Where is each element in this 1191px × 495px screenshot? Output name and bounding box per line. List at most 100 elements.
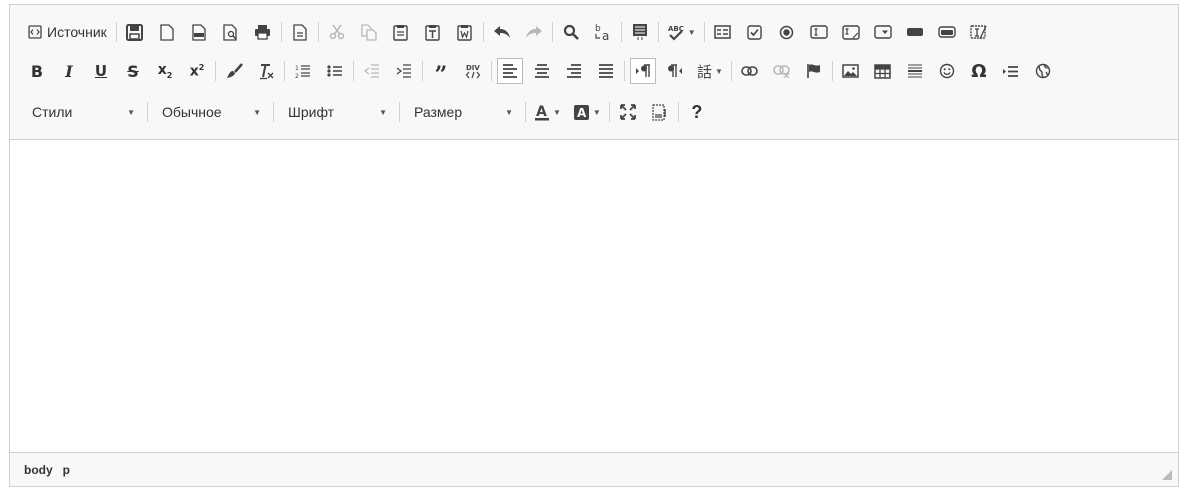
text-direction-rtl-button[interactable] — [662, 58, 688, 84]
toolbar-separator — [317, 22, 319, 42]
language-icon: 話 — [697, 62, 713, 81]
preview-button[interactable] — [218, 19, 244, 45]
copy-button[interactable] — [356, 19, 382, 45]
superscript-button[interactable]: x2 — [184, 58, 210, 84]
toolbar-separator — [399, 102, 400, 122]
bold-button[interactable]: B — [24, 58, 50, 84]
background-color-button[interactable]: A ▼ — [570, 99, 604, 125]
bold-icon: B — [30, 61, 44, 81]
new-page-button[interactable] — [154, 19, 180, 45]
textarea-button[interactable] — [838, 19, 864, 45]
italic-icon: I — [65, 61, 73, 81]
text-field-icon — [810, 25, 828, 39]
pdf-icon — [191, 23, 207, 41]
cut-button[interactable] — [324, 19, 350, 45]
find-button[interactable] — [558, 19, 584, 45]
show-blocks-icon — [652, 103, 668, 121]
table-button[interactable] — [870, 58, 896, 84]
toolbar-separator — [353, 61, 354, 81]
copy-formatting-button[interactable] — [221, 58, 247, 84]
form-button-button[interactable] — [902, 19, 928, 45]
blockquote-button[interactable]: ” — [428, 58, 454, 86]
background-color-icon: A — [573, 104, 590, 121]
font-dropdown[interactable]: Шрифт ▼ — [279, 99, 395, 125]
redo-button[interactable] — [521, 19, 547, 45]
justify-button[interactable] — [593, 58, 619, 84]
language-button[interactable]: 話 ▼ — [694, 58, 726, 84]
image-button[interactable] — [838, 58, 864, 84]
maximize-button[interactable] — [615, 99, 641, 125]
text-direction-ltr-button[interactable] — [630, 58, 656, 84]
resize-handle-icon[interactable] — [1162, 470, 1172, 480]
globe-icon — [1035, 63, 1051, 79]
align-left-button[interactable] — [497, 58, 523, 84]
bulleted-list-button[interactable] — [322, 58, 348, 84]
indent-button[interactable] — [391, 58, 417, 84]
show-blocks-button[interactable] — [647, 99, 673, 125]
numbered-list-button[interactable]: 12 — [290, 58, 316, 84]
strikethrough-button[interactable]: S — [120, 58, 146, 84]
editor-content-area[interactable] — [10, 140, 1178, 452]
align-right-button[interactable] — [561, 58, 587, 84]
select-all-icon — [632, 23, 648, 41]
create-div-button[interactable]: DIV — [460, 58, 486, 84]
link-icon — [741, 66, 759, 76]
spellcheck-icon: ABC — [667, 24, 685, 41]
radio-button[interactable] — [774, 19, 800, 45]
spellcheck-button[interactable]: ABC ▼ — [664, 19, 699, 45]
source-label: Источник — [47, 24, 107, 40]
outdent-button[interactable] — [359, 58, 385, 84]
styles-dropdown[interactable]: Стили ▼ — [22, 99, 143, 125]
chevron-down-icon: ▼ — [592, 107, 601, 117]
undo-button[interactable] — [489, 19, 515, 45]
text-color-button[interactable]: A ▼ — [531, 99, 564, 125]
hidden-field-button[interactable] — [966, 19, 992, 45]
horizontal-line-button[interactable] — [902, 58, 928, 84]
size-dropdown[interactable]: Размер ▼ — [405, 99, 521, 125]
checkbox-button[interactable] — [742, 19, 768, 45]
smiley-icon — [939, 63, 955, 79]
subscript-button[interactable]: x2 — [152, 58, 178, 84]
styles-dropdown-label: Стили — [32, 104, 73, 120]
svg-text:a: a — [602, 29, 609, 41]
outdent-icon — [364, 63, 380, 79]
link-button[interactable] — [737, 58, 763, 84]
toolbar-separator — [280, 22, 282, 42]
form-button[interactable] — [710, 19, 736, 45]
underline-button[interactable]: U — [88, 58, 114, 84]
unlink-icon — [773, 64, 791, 78]
format-dropdown[interactable]: Обычное ▼ — [153, 99, 269, 125]
text-field-button[interactable] — [806, 19, 832, 45]
remove-format-button[interactable] — [253, 58, 279, 84]
select-all-button[interactable] — [627, 19, 653, 45]
special-char-button[interactable]: Ω — [966, 58, 992, 84]
replace-button[interactable]: ba — [590, 19, 616, 45]
export-pdf-button[interactable] — [186, 19, 212, 45]
align-center-button[interactable] — [529, 58, 555, 84]
smiley-button[interactable] — [934, 58, 960, 84]
save-button[interactable] — [122, 19, 148, 45]
page-break-button[interactable] — [998, 58, 1024, 84]
div-icon: DIV — [465, 62, 481, 80]
print-button[interactable] — [250, 19, 276, 45]
checkbox-icon — [747, 24, 762, 40]
image-button-button[interactable] — [934, 19, 960, 45]
path-item-p[interactable]: p — [63, 463, 70, 477]
select-field-button[interactable] — [870, 19, 896, 45]
anchor-button[interactable] — [801, 58, 827, 84]
svg-text:DIV: DIV — [466, 64, 480, 72]
paste-word-button[interactable] — [452, 19, 478, 45]
italic-button[interactable]: I — [56, 58, 82, 84]
path-item-body[interactable]: body — [24, 463, 53, 477]
unlink-button[interactable] — [769, 58, 795, 84]
templates-button[interactable] — [287, 19, 313, 45]
iframe-button[interactable] — [1030, 58, 1056, 84]
paste-text-button[interactable] — [420, 19, 446, 45]
omega-icon: Ω — [971, 60, 987, 82]
help-button[interactable]: ? — [684, 99, 710, 125]
paste-button[interactable] — [388, 19, 414, 45]
subscript-icon: x2 — [157, 62, 173, 80]
scissors-icon — [329, 24, 345, 40]
redo-icon — [525, 25, 543, 39]
source-button[interactable]: Источник — [24, 19, 111, 45]
